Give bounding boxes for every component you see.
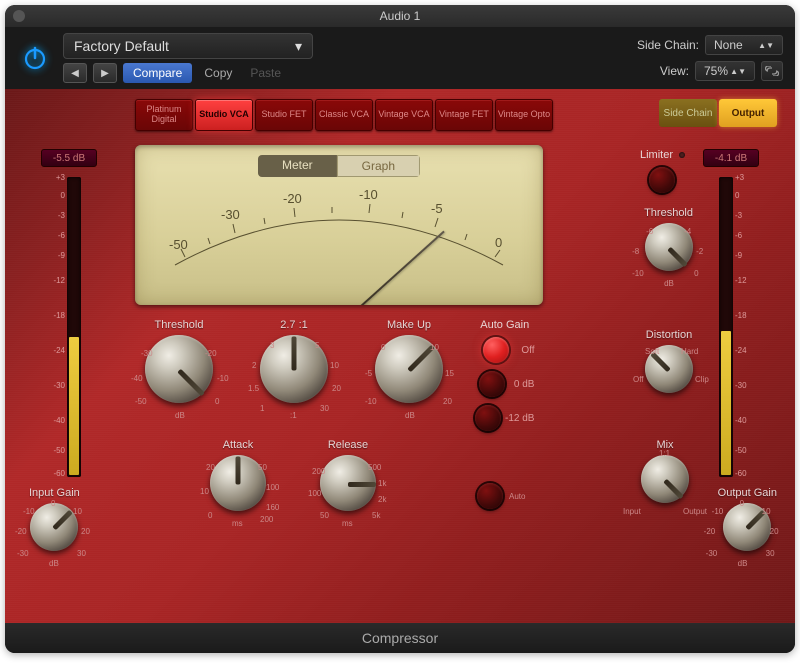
limiter-button[interactable] bbox=[649, 167, 675, 193]
tab-classic-vca[interactable]: Classic VCA bbox=[315, 99, 373, 131]
preset-name: Factory Default bbox=[74, 38, 169, 54]
view-label: View: bbox=[660, 64, 689, 78]
threshold-knob[interactable] bbox=[145, 335, 213, 403]
chevron-down-icon: ▾ bbox=[295, 38, 302, 55]
autogain-12db-button[interactable] bbox=[475, 405, 501, 431]
makeup-label: Make Up bbox=[375, 319, 443, 331]
threshold-label: Threshold bbox=[145, 319, 213, 331]
titlebar: Audio 1 bbox=[5, 5, 795, 27]
view-zoom-select[interactable]: 75%▲▼ bbox=[695, 61, 755, 81]
compare-button[interactable]: Compare bbox=[123, 63, 192, 83]
model-tabs: Platinum Digital Studio VCA Studio FET C… bbox=[135, 99, 553, 131]
mix-knob[interactable] bbox=[641, 455, 689, 503]
toolbar: Factory Default ▾ ◀ ▶ Compare Copy Paste… bbox=[5, 27, 795, 89]
output-gain-label: Output Gain bbox=[718, 487, 777, 499]
tab-vintage-fet[interactable]: Vintage FET bbox=[435, 99, 493, 131]
paste-button[interactable]: Paste bbox=[244, 64, 287, 82]
preset-selector[interactable]: Factory Default ▾ bbox=[63, 33, 313, 59]
distortion-label: Distortion bbox=[645, 329, 693, 341]
prev-preset-button[interactable]: ◀ bbox=[63, 63, 87, 83]
power-button[interactable] bbox=[17, 40, 53, 76]
release-label: Release bbox=[320, 439, 376, 451]
tab-platinum-digital[interactable]: Platinum Digital bbox=[135, 99, 193, 131]
attack-label: Attack bbox=[210, 439, 266, 451]
limiter-threshold-label: Threshold bbox=[644, 207, 693, 219]
vu-meter: Meter Graph -50 -30 -20 bbox=[135, 145, 543, 305]
link-icon[interactable] bbox=[761, 61, 783, 81]
input-gain-label: Input Gain bbox=[29, 487, 80, 499]
tab-studio-vca[interactable]: Studio VCA bbox=[195, 99, 253, 131]
output-panel-button[interactable]: Output bbox=[719, 99, 777, 127]
vu-mode-meter[interactable]: Meter bbox=[258, 155, 337, 177]
tab-vintage-vca[interactable]: Vintage VCA bbox=[375, 99, 433, 131]
copy-button[interactable]: Copy bbox=[198, 64, 238, 82]
input-db-readout: -5.5 dB bbox=[41, 149, 97, 167]
autogain-0db-button[interactable] bbox=[479, 371, 505, 397]
release-auto-button[interactable] bbox=[477, 483, 503, 509]
vu-mode-graph[interactable]: Graph bbox=[337, 155, 420, 177]
plugin-name: Compressor bbox=[5, 623, 795, 653]
sidechain-panel-button[interactable]: Side Chain bbox=[659, 99, 717, 127]
autogain-off-button[interactable] bbox=[483, 337, 509, 363]
input-meter bbox=[67, 177, 81, 477]
autogain-group: Auto Gain Off 0 dB -12 dB bbox=[475, 319, 534, 435]
ratio-label: 2.7 :1 bbox=[260, 319, 328, 331]
sidechain-select[interactable]: None▲▼ bbox=[705, 35, 783, 55]
window-title: Audio 1 bbox=[380, 9, 421, 23]
tab-studio-fet[interactable]: Studio FET bbox=[255, 99, 313, 131]
plugin-body: Platinum Digital Studio VCA Studio FET C… bbox=[5, 89, 795, 623]
limiter-label: Limiter bbox=[640, 149, 673, 161]
tab-vintage-opto[interactable]: Vintage Opto bbox=[495, 99, 553, 131]
input-gain-knob[interactable] bbox=[30, 503, 78, 551]
close-icon[interactable] bbox=[13, 10, 25, 22]
sidechain-label: Side Chain: bbox=[637, 38, 699, 52]
limiter-led-icon bbox=[679, 152, 685, 158]
output-meter bbox=[719, 177, 733, 477]
output-db-readout: -4.1 dB bbox=[703, 149, 759, 167]
next-preset-button[interactable]: ▶ bbox=[93, 63, 117, 83]
